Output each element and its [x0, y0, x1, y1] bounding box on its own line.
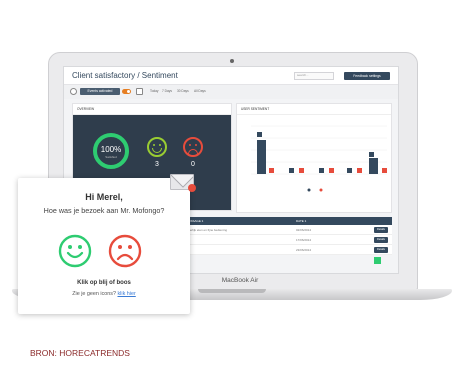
hint-text: Zie je geen icons? [72, 291, 116, 297]
legend-negative-icon [319, 188, 323, 192]
notification-badge [188, 184, 196, 192]
screenshot-stage: Client satisfactory / Sentiment search..… [0, 0, 458, 377]
page-title: Client satisfactory / Sentiment [72, 71, 178, 80]
sentiment-chart-panel: USER SENTIMENT [236, 103, 392, 213]
range-alldays[interactable]: All Days [194, 89, 206, 93]
cell-date: 17/06/2014 [296, 238, 312, 242]
table-header: MESSAGE 1 DATE 1 [182, 217, 392, 225]
chart-bar [369, 158, 378, 174]
range-30days[interactable]: 30 Days [177, 89, 189, 93]
hint-link[interactable]: klik hier [117, 291, 135, 297]
toolbar: Events activated [64, 85, 398, 99]
camera-icon [230, 59, 234, 63]
details-button[interactable]: Details [374, 227, 388, 233]
toggle-label: Events activated [87, 89, 113, 93]
chart-bar-label [257, 132, 262, 137]
cell-date: 02/06/2014 [296, 228, 312, 232]
laptop-notch [198, 289, 266, 293]
add-icon[interactable] [374, 257, 381, 264]
popup-hint: Zie je geen icons? klik hier [18, 291, 190, 297]
chart-negative-marker [269, 168, 274, 173]
events-toggle-label: Events activated [80, 88, 120, 95]
source-caption: BRON: HORECATRENDS [30, 348, 130, 358]
laptop-model-label: MacBook Air [221, 277, 259, 284]
messages-table: MESSAGE 1 DATE 1 Heerlijk eten en fijne … [182, 217, 392, 255]
cell-date: 23/06/2014 [296, 248, 312, 252]
chart-negative-marker [382, 168, 387, 173]
sentiment-chart [251, 125, 387, 192]
chart-heading: USER SENTIMENT [237, 104, 391, 115]
happy-count: 3 [155, 161, 159, 168]
sad-count: 0 [191, 161, 195, 168]
feedback-settings-button[interactable]: Feedback settings [344, 72, 390, 80]
happy-face-icon [147, 137, 167, 157]
app-header: Client satisfactory / Sentiment search..… [64, 67, 398, 85]
calendar-icon[interactable] [136, 88, 143, 95]
search-input[interactable]: search... [294, 72, 334, 80]
range-7days[interactable]: 7 Days [162, 89, 172, 93]
happy-face-button-icon[interactable] [58, 234, 92, 268]
chart-negative-marker [329, 168, 334, 173]
score-value: 100% [100, 145, 122, 154]
sad-face-button-icon[interactable] [108, 234, 142, 268]
chart-negative-marker [357, 168, 362, 173]
table-row: Heerlijk eten en fijne bediening 02/06/2… [182, 225, 392, 235]
details-button[interactable]: Details [374, 247, 388, 253]
chart-positive-marker [347, 168, 352, 173]
legend-positive-icon [307, 188, 311, 192]
cell-message: Heerlijk eten en fijne bediening [186, 228, 228, 232]
table-row: — 17/06/2014 Details [182, 235, 392, 245]
popup-greeting: Hi Merel, [85, 192, 123, 202]
range-today[interactable]: Today [150, 89, 159, 93]
popup-question: Hoe was je bezoek aan Mr. Mofongo? [43, 206, 165, 215]
chart-bar [257, 140, 266, 174]
table-row: — 23/06/2014 Details [182, 245, 392, 255]
chart-bar-label [369, 152, 374, 157]
events-toggle[interactable] [122, 89, 131, 94]
popup-instruction: Klik op blij of boos [77, 280, 131, 286]
details-button[interactable]: Details [374, 237, 388, 243]
chart-positive-marker [289, 168, 294, 173]
sad-face-icon [183, 137, 203, 157]
col-date: DATE 1 [296, 219, 307, 223]
chart-positive-marker [319, 168, 324, 173]
overview-heading: OVERVIEW [73, 104, 231, 115]
chart-negative-marker [299, 168, 304, 173]
back-icon[interactable] [70, 88, 77, 95]
score-label: Satisfied [105, 155, 117, 159]
